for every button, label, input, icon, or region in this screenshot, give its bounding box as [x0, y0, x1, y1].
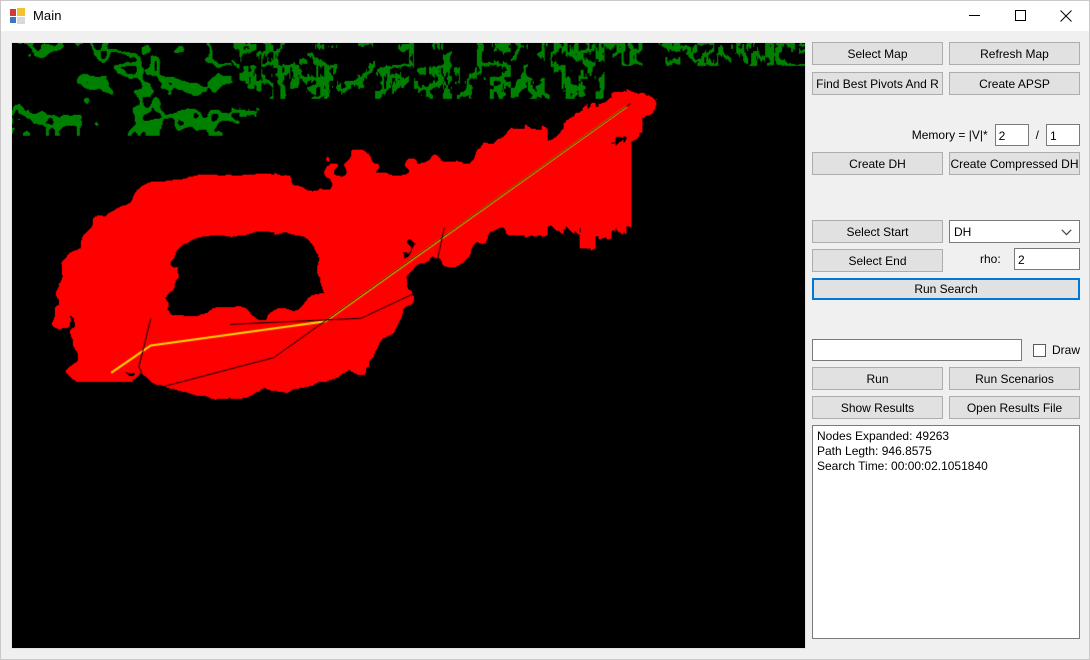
rho-input[interactable]: 2 — [1014, 248, 1080, 270]
select-start-button[interactable]: Select Start — [812, 220, 943, 243]
memory-label: Memory = |V|* — [911, 128, 988, 142]
map-render-panel[interactable] — [11, 42, 806, 649]
show-results-button[interactable]: Show Results — [812, 396, 943, 419]
scenario-text-input[interactable] — [812, 339, 1022, 361]
open-results-file-button[interactable]: Open Results File — [949, 396, 1080, 419]
map-canvas[interactable] — [12, 43, 805, 648]
run-scenarios-button[interactable]: Run Scenarios — [949, 367, 1080, 390]
main-window: Main Select Map Refresh Map Find Best Pi… — [0, 0, 1090, 660]
rho-label: rho: — [980, 252, 1001, 266]
title-bar[interactable]: Main — [1, 1, 1089, 31]
find-best-pivots-button[interactable]: Find Best Pivots And R — [812, 72, 943, 95]
control-panel: Select Map Refresh Map Find Best Pivots … — [812, 42, 1080, 649]
window-controls — [951, 1, 1089, 31]
memory-separator: / — [1035, 128, 1039, 142]
results-line-path-length: Path Legth: 946.8575 — [817, 444, 932, 458]
draw-label: Draw — [1051, 343, 1080, 357]
create-compressed-dh-button[interactable]: Create Compressed DH — [949, 152, 1080, 175]
window-title: Main — [33, 8, 62, 23]
client-area: Select Map Refresh Map Find Best Pivots … — [1, 31, 1089, 659]
memory-denominator-input[interactable]: 1 — [1046, 124, 1080, 146]
close-button[interactable] — [1043, 1, 1089, 31]
heuristic-combobox[interactable]: DH — [949, 220, 1080, 243]
maximize-icon — [1014, 10, 1026, 21]
results-textbox[interactable]: Nodes Expanded: 49263 Path Legth: 946.85… — [812, 425, 1080, 639]
memory-row: Memory = |V|* 2 / 1 — [812, 124, 1080, 146]
chevron-down-icon — [1061, 225, 1072, 239]
app-window-icon — [10, 7, 26, 24]
close-icon — [1060, 9, 1072, 22]
results-line-search-time: Search Time: 00:00:02.1051840 — [817, 459, 988, 473]
select-end-button[interactable]: Select End — [812, 249, 943, 272]
memory-numerator-input[interactable]: 2 — [994, 124, 1029, 146]
results-line-nodes-expanded: Nodes Expanded: 49263 — [817, 429, 950, 443]
heuristic-selected-value: DH — [954, 224, 972, 239]
create-dh-button[interactable]: Create DH — [812, 152, 943, 175]
run-search-button[interactable]: Run Search — [812, 278, 1080, 300]
create-apsp-button[interactable]: Create APSP — [949, 72, 1080, 95]
select-map-button[interactable]: Select Map — [812, 42, 943, 65]
maximize-button[interactable] — [997, 1, 1043, 31]
minimize-icon — [968, 15, 980, 16]
scenario-entry-row: Draw — [812, 339, 1080, 361]
refresh-map-button[interactable]: Refresh Map — [949, 42, 1080, 65]
run-button[interactable]: Run — [812, 367, 943, 390]
minimize-button[interactable] — [951, 1, 997, 31]
draw-checkbox[interactable] — [1032, 343, 1046, 357]
